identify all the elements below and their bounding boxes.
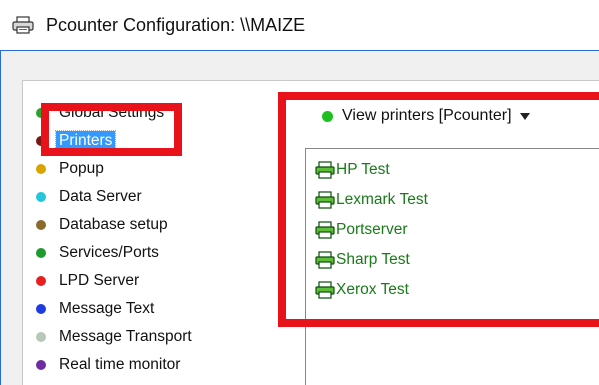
tree-item-label: Popup: [59, 160, 104, 177]
tree-item-data-server[interactable]: Data Server: [36, 186, 145, 208]
bullet-icon: [36, 220, 46, 230]
bullet-icon: [36, 192, 46, 202]
bullet-icon: [36, 164, 46, 174]
window-title: Pcounter Configuration: \\MAIZE: [46, 15, 306, 35]
tree-item-label: Message Text: [59, 300, 155, 317]
tree-item-label: Database setup: [59, 216, 168, 233]
bullet-icon: [36, 304, 46, 314]
tree-item-popup[interactable]: Popup: [36, 158, 107, 180]
tree-item-label: LPD Server: [59, 272, 140, 289]
highlight-box-printer-list: [278, 92, 599, 327]
tree-item-label: Services/Ports: [59, 244, 159, 261]
bullet-icon: [36, 248, 46, 258]
bullet-icon: [36, 332, 46, 342]
bullet-icon: [36, 360, 46, 370]
tree-item-label: Data Server: [59, 188, 142, 205]
tree-item-label: Real time monitor: [59, 356, 181, 373]
tree-item-real-time-monitor[interactable]: Real time monitor: [36, 354, 183, 376]
highlight-box-printers: [41, 103, 182, 156]
title-bar: Pcounter Configuration: \\MAIZE: [0, 0, 599, 50]
tree-item-message-text[interactable]: Message Text: [36, 298, 157, 320]
bullet-icon: [36, 276, 46, 286]
tree-item-lpd-server[interactable]: LPD Server: [36, 270, 142, 292]
tree-item-label: Message Transport: [59, 328, 192, 345]
tree-item-database-setup[interactable]: Database setup: [36, 214, 171, 236]
tree-item-services-ports[interactable]: Services/Ports: [36, 242, 162, 264]
printer-icon: [12, 16, 34, 34]
tree-item-message-transport[interactable]: Message Transport: [36, 326, 195, 348]
